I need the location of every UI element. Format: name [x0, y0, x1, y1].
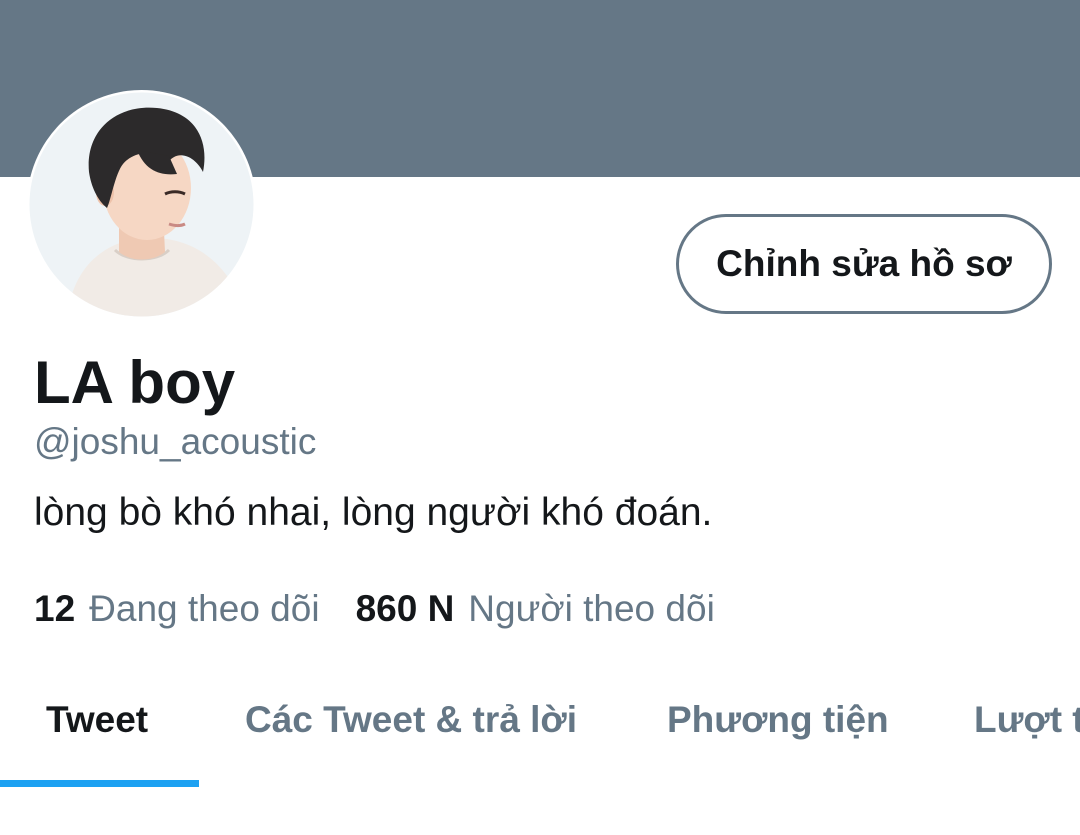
tab-tweets[interactable]: Tweet — [46, 672, 148, 767]
user-handle: @joshu_acoustic — [34, 421, 317, 462]
followers-stat[interactable]: 860 N Người theo dõi — [356, 586, 715, 632]
following-count: 12 — [34, 588, 76, 629]
following-label: Đang theo dõi — [89, 588, 320, 629]
profile-bio: lòng bò khó nhai, lòng người khó đoán. — [34, 491, 713, 534]
profile-page: Chỉnh sửa hồ sơ LA boy @joshu_acoustic l… — [0, 0, 1080, 835]
followers-label: Người theo dõi — [468, 588, 715, 629]
profile-stats: 12 Đang theo dõi 860 N Người theo dõi — [34, 586, 715, 632]
profile-tabs: Tweet Các Tweet & trả lời Phương tiện Lư… — [0, 672, 1080, 790]
tab-tweets-and-replies[interactable]: Các Tweet & trả lời — [245, 672, 577, 767]
display-name: LA boy — [34, 349, 236, 416]
active-tab-indicator — [0, 780, 199, 787]
edit-profile-button[interactable]: Chỉnh sửa hồ sơ — [676, 214, 1052, 314]
avatar-photo — [29, 92, 254, 317]
followers-count: 860 N — [355, 588, 455, 629]
following-stat[interactable]: 12 Đang theo dõi — [34, 586, 320, 632]
avatar[interactable] — [27, 90, 256, 319]
tab-likes[interactable]: Lượt thích — [974, 672, 1080, 767]
tab-media[interactable]: Phương tiện — [667, 672, 889, 767]
